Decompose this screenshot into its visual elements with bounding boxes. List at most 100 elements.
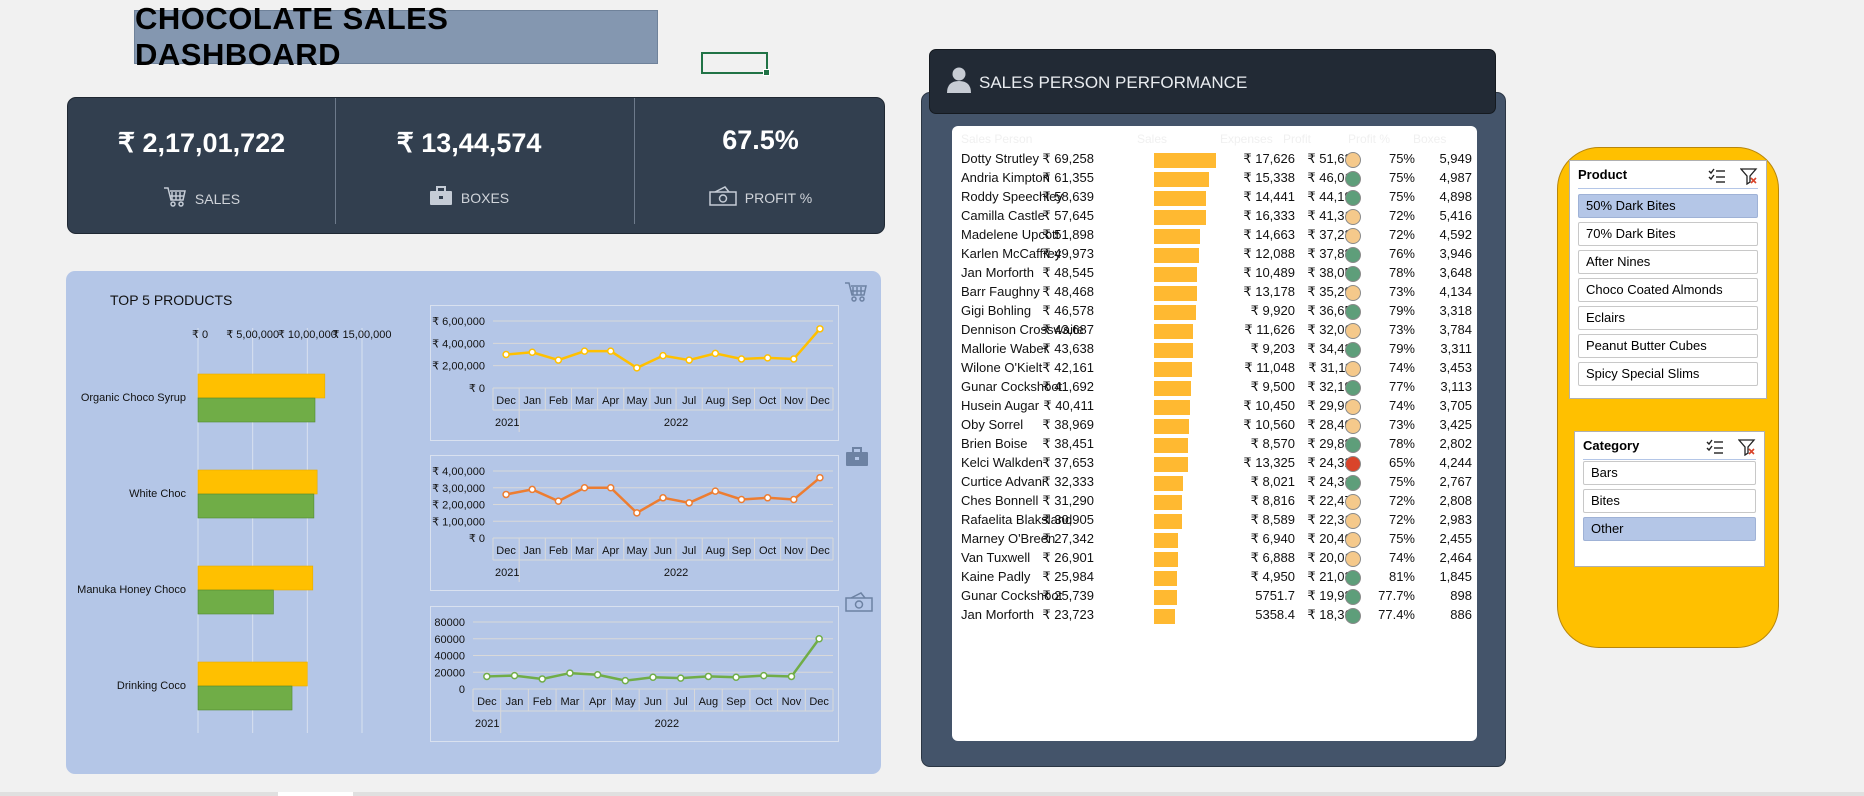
line-chart-point[interactable] — [621, 676, 630, 685]
bar-chart-tick-label: ₹ 0 — [192, 329, 208, 341]
line-chart-x-tick-label: Dec — [809, 696, 829, 708]
slicer-item[interactable]: Choco Coated Almonds — [1578, 278, 1758, 302]
line-chart-point[interactable] — [737, 495, 746, 504]
line-chart-point[interactable] — [566, 669, 574, 677]
table-row[interactable]: Van Tuxwell ₹ 26,901 ₹ 6,888 ₹ 20,013 74% 2,4… — [952, 550, 1477, 569]
line-chart-point[interactable] — [606, 347, 615, 355]
line-chart-point[interactable] — [502, 350, 510, 359]
table-row[interactable]: Oby Sorrel ₹ 38,969 ₹ 10,560 ₹ 28,409 73% 3,4… — [952, 417, 1477, 436]
line-chart-point[interactable] — [704, 672, 713, 681]
line-chart-point[interactable] — [790, 355, 798, 363]
line-chart-point[interactable] — [633, 364, 641, 372]
selected-cell[interactable] — [701, 52, 770, 76]
line-chart-point[interactable] — [816, 473, 824, 482]
bar-chart-bar[interactable] — [197, 685, 293, 711]
table-row[interactable]: Roddy Speechley ₹ 58,639 ₹ 14,441 ₹ 44,198 7… — [952, 189, 1477, 208]
slicer-item[interactable]: 50% Dark Bites — [1578, 194, 1758, 218]
slicer-item[interactable]: 70% Dark Bites — [1578, 222, 1758, 246]
line-chart-point[interactable] — [528, 485, 536, 494]
boxes-value: 4,898 — [1439, 189, 1472, 204]
table-row[interactable]: Karlen McCaffrey ₹ 49,973 ₹ 12,088 ₹ 37,885… — [952, 246, 1477, 265]
multi-select-icon[interactable] — [1708, 168, 1726, 188]
line-chart-point[interactable] — [760, 671, 768, 680]
line-chart-point[interactable] — [659, 351, 667, 360]
table-row[interactable]: Husein Augar ₹ 40,411 ₹ 10,450 ₹ 29,961 74% 3… — [952, 398, 1477, 417]
line-chart-point[interactable] — [633, 509, 641, 517]
table-row[interactable]: Jan Morforth ₹ 48,545 ₹ 10,489 ₹ 38,056 78% 3… — [952, 265, 1477, 284]
expenses-value: ₹ 17,626 — [1243, 151, 1295, 166]
table-row[interactable]: Camilla Castle ₹ 57,645 ₹ 16,333 ₹ 41,312 72… — [952, 208, 1477, 227]
clear-filter-icon[interactable] — [1737, 439, 1756, 459]
bar-chart-tick-label: ₹ 10,00,000 — [278, 329, 337, 341]
line-chart-point[interactable] — [676, 674, 685, 682]
table-row[interactable]: Marney O'Breen ₹ 27,342 ₹ 6,940 ₹ 20,402 75%… — [952, 531, 1477, 550]
slicer-item[interactable]: Bars — [1583, 461, 1756, 485]
sales-value: ₹ 48,545 — [1042, 265, 1094, 280]
line-chart-point[interactable] — [787, 672, 796, 681]
bar-chart-bar[interactable] — [197, 589, 274, 615]
bar-chart-bar[interactable] — [197, 373, 326, 399]
table-row[interactable]: Gigi Bohling ₹ 46,578 ₹ 9,920 ₹ 36,658 79% 3,… — [952, 303, 1477, 322]
multi-select-icon[interactable] — [1706, 439, 1724, 459]
table-row[interactable]: Madelene Upcott ₹ 51,898 ₹ 14,663 ₹ 37,235 7… — [952, 227, 1477, 246]
sales-person-name: Mallorie Waber — [961, 341, 1048, 356]
line-chart-point[interactable] — [763, 354, 772, 362]
line-chart-point[interactable] — [659, 494, 667, 502]
table-row[interactable]: Kaine Padly ₹ 25,984 ₹ 4,950 ₹ 21,034 81% 1,8… — [952, 569, 1477, 588]
line-chart-point[interactable] — [685, 499, 693, 507]
table-row[interactable]: Mallorie Waber ₹ 43,638 ₹ 9,203 ₹ 34,435 79%… — [952, 341, 1477, 360]
table-row[interactable]: Jan Morforth ₹ 23,723 5358.4 ₹ 18,365 77.4% 8… — [952, 607, 1477, 626]
line-chart-point[interactable] — [816, 325, 824, 333]
table-row[interactable]: Brien Boise ₹ 38,451 ₹ 8,570 ₹ 29,882 78% 2,8… — [952, 436, 1477, 455]
line-chart-point[interactable] — [737, 355, 746, 363]
clear-filter-icon[interactable] — [1739, 168, 1758, 188]
line-chart-point[interactable] — [815, 635, 823, 643]
line-chart-point[interactable] — [649, 673, 657, 682]
line-chart-point[interactable] — [538, 675, 546, 683]
line-chart-point[interactable] — [528, 348, 536, 357]
bar-chart-bar[interactable] — [197, 493, 315, 519]
line-chart-point[interactable] — [732, 673, 740, 682]
line-chart-point[interactable] — [554, 356, 563, 364]
table-row[interactable]: Kelci Walkden ₹ 37,653 ₹ 13,325 ₹ 24,328 65%… — [952, 455, 1477, 474]
table-row[interactable]: Curtice Advani ₹ 32,333 ₹ 8,021 ₹ 24,312 75%… — [952, 474, 1477, 493]
slicer-item[interactable]: Bites — [1583, 489, 1756, 513]
cash-icon — [709, 186, 737, 209]
slicer-item[interactable]: Peanut Butter Cubes — [1578, 334, 1758, 358]
bar-chart-bar[interactable] — [197, 469, 318, 495]
bar-chart-bar[interactable] — [197, 397, 316, 423]
line-chart-point[interactable] — [790, 495, 798, 504]
slicer-item[interactable]: Eclairs — [1578, 306, 1758, 330]
line-chart-point[interactable] — [685, 356, 693, 364]
sales-person-name: Brien Boise — [961, 436, 1028, 451]
line-chart-point[interactable] — [606, 484, 615, 492]
line-chart-point[interactable] — [483, 672, 491, 681]
line-chart-point[interactable] — [510, 671, 519, 680]
line-chart-x-tick-label: Apr — [589, 696, 606, 708]
slicer-item[interactable]: Other — [1583, 517, 1756, 541]
line-chart-point[interactable] — [580, 347, 589, 355]
table-row[interactable]: Gunar Cockshoot ₹ 41,692 ₹ 9,500 ₹ 32,192 77… — [952, 379, 1477, 398]
line-chart-point[interactable] — [711, 487, 720, 495]
line-chart-point[interactable] — [502, 490, 510, 499]
line-chart-point[interactable] — [763, 494, 772, 502]
table-row[interactable]: Dotty Strutley ₹ 69,258 ₹ 17,626 ₹ 51,632 75… — [952, 151, 1477, 170]
table-row[interactable]: Wilone O'Kielt ₹ 42,161 ₹ 11,048 ₹ 31,113 74… — [952, 360, 1477, 379]
sheet-tab[interactable] — [278, 792, 353, 796]
line-chart-point[interactable] — [711, 349, 720, 358]
sales-data-bar — [1154, 362, 1192, 377]
table-row[interactable]: Andria Kimpton ₹ 61,355 ₹ 15,338 ₹ 46,017 75… — [952, 170, 1477, 189]
table-row[interactable]: Gunar Cockshoot ₹ 25,739 5751.7 ₹ 19,987 77.… — [952, 588, 1477, 607]
table-row[interactable]: Rafaelita Blaksland ₹ 30,905 ₹ 8,589 ₹ 22,3… — [952, 512, 1477, 531]
slicer-item[interactable]: After Nines — [1578, 250, 1758, 274]
line-chart-point[interactable] — [593, 671, 602, 679]
bar-chart-bar[interactable] — [197, 661, 308, 687]
line-chart-point[interactable] — [580, 484, 589, 492]
profit-status-icon — [1345, 228, 1361, 244]
slicer-item[interactable]: Spicy Special Slims — [1578, 362, 1758, 386]
line-chart-point[interactable] — [554, 497, 563, 505]
bar-chart-bar[interactable] — [197, 565, 314, 591]
table-row[interactable]: Barr Faughny ₹ 48,468 ₹ 13,178 ₹ 35,290 73% 4… — [952, 284, 1477, 303]
table-row[interactable]: Ches Bonnell ₹ 31,290 ₹ 8,816 ₹ 22,475 72% 2,… — [952, 493, 1477, 512]
table-row[interactable]: Dennison Crosswaite ₹ 43,687 ₹ 11,626 ₹ 32,… — [952, 322, 1477, 341]
